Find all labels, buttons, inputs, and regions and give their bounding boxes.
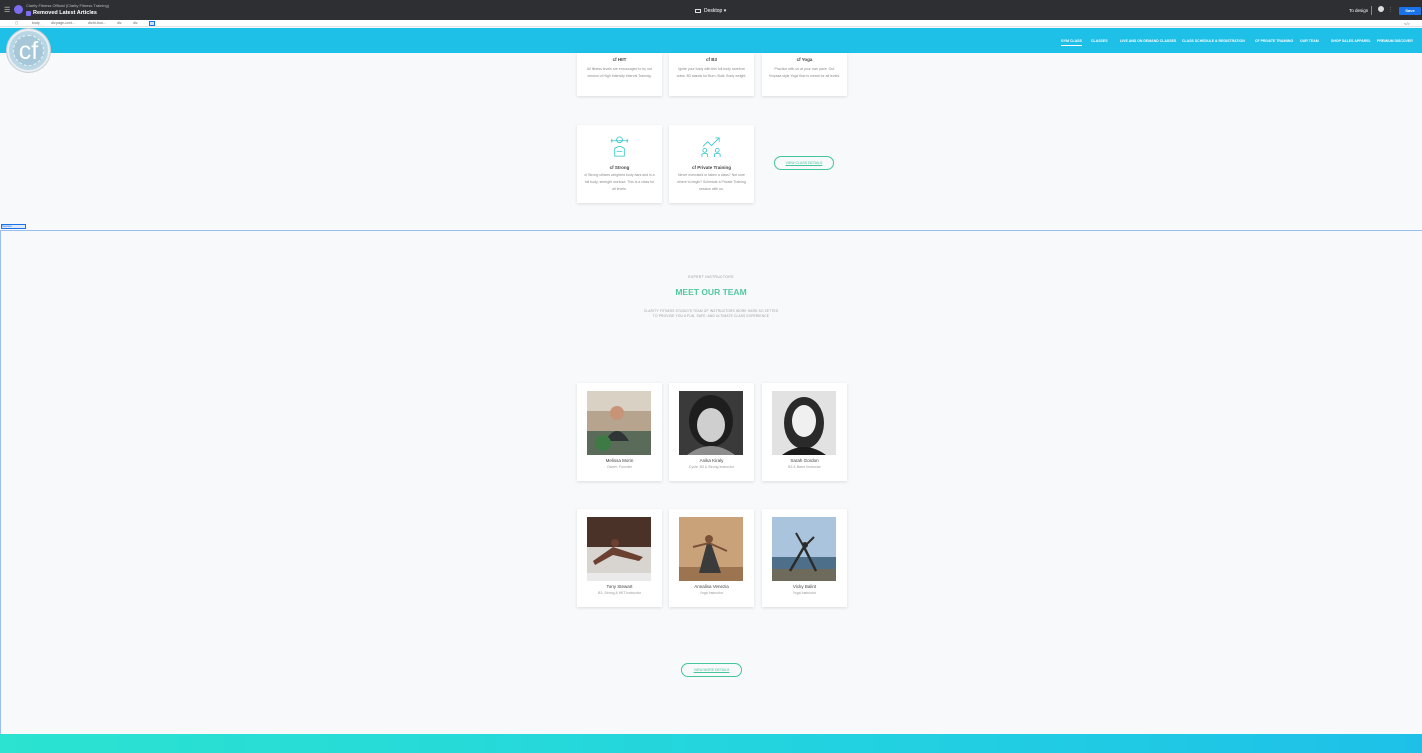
instructor-name: Tony Stewart <box>606 584 633 589</box>
class-description: Ignite your body with this full body bar… <box>676 67 747 78</box>
redesign-button[interactable]: To design <box>1349 8 1368 13</box>
class-card[interactable]: cf HIIT All fitness levels are encourage… <box>577 53 662 96</box>
team-eyebrow: EXPERT INSTRUCTORS <box>688 275 734 279</box>
class-card[interactable]: cf Strong cf Strong utilizes weighted bo… <box>577 125 662 203</box>
class-card[interactable]: cf Yoga Practice with us at your own pac… <box>762 53 847 96</box>
site-name[interactable]: Clarity Fitness Official (Clarity Fitnes… <box>26 3 109 8</box>
instructor-name: Sarah Gordon <box>790 458 819 463</box>
breadcrumb-item[interactable]: div <box>117 21 121 25</box>
class-title: cf Yoga <box>796 57 813 62</box>
instructor-name: Melissa Morin <box>605 458 634 463</box>
weightlifter-icon <box>610 136 629 157</box>
view-class-details-button[interactable]: VIEW CLASS DETAILS <box>774 156 834 170</box>
divider <box>1371 6 1372 15</box>
breadcrumb-item[interactable]: div.page-cont... <box>51 21 75 25</box>
section-selection-tag[interactable]: Section <box>1 224 26 229</box>
team-intro-line: TO PROVIDE YOU A FUN, SAFE, AND ULTIMATE… <box>652 314 770 318</box>
instructor-name: Anika Kiraly <box>699 458 724 463</box>
nav-item-schedule[interactable]: CLASS SCHEDULE & REGISTRATION <box>1182 39 1245 43</box>
nav-item-live-classes[interactable]: LIVE AND ON DEMAND CLASSES <box>1120 39 1176 43</box>
layers-icon[interactable]: ▢ <box>15 21 18 25</box>
nav-item-premium[interactable]: PREMIUM DISCOVER <box>1377 39 1413 43</box>
instructor-photo <box>772 517 836 581</box>
breadcrumb-item[interactable]: body <box>32 21 40 25</box>
save-button[interactable]: Save <box>1399 7 1421 15</box>
class-title: cf B3 <box>705 57 717 62</box>
editor-topbar: ☰ Clarity Fitness Official (Clarity Fitn… <box>0 0 1422 20</box>
class-description: Never exercised or taken a class? Not su… <box>677 173 746 191</box>
class-card[interactable]: cf B3 Ignite your body with this full bo… <box>669 53 754 96</box>
class-description: All fitness levels are encouraged to try… <box>586 67 653 78</box>
instructor-role: B3, Strong & HIIT Instructor <box>598 591 641 595</box>
instructor-photo <box>679 517 743 581</box>
nav-item-private-training[interactable]: CF PRIVATE TRAINING <box>1255 39 1293 43</box>
code-icon[interactable]: </> <box>1404 21 1410 26</box>
team-card[interactable]: Annalisa Venezia Yoga Instructor <box>669 509 754 607</box>
team-card[interactable]: Tony Stewart B3, Strong & HIIT Instructo… <box>577 509 662 607</box>
instructor-photo <box>679 391 743 455</box>
class-description: cf Strong utilizes weighted body bars an… <box>584 173 655 191</box>
class-description: Practice with us at your own pace. Our V… <box>768 67 841 78</box>
page-name[interactable]: Removed Latest Articles <box>33 10 97 16</box>
nav-item-classes[interactable]: CLASSES <box>1091 39 1108 43</box>
team-heading: MEET OUR TEAM <box>675 287 747 297</box>
breadcrumb-item[interactable]: div.bl-bou... <box>88 21 106 25</box>
instructor-name: Annalisa Venezia <box>694 584 729 589</box>
growth-chart-icon <box>701 137 721 158</box>
team-intro: CLARITY FITNESS STUDIO'S TEAM OF INSTRUC… <box>611 309 811 319</box>
team-card[interactable]: Anika Kiraly Cycle, B3 & Strong Instruct… <box>669 383 754 481</box>
site-logo[interactable]: cf <box>7 29 50 72</box>
team-card[interactable]: Melissa Morin Owner, Founder <box>577 383 662 481</box>
page-icon <box>26 11 31 16</box>
instructor-photo <box>587 391 651 455</box>
class-title: cf Strong <box>609 165 630 170</box>
nav-item-shop[interactable]: SHOP SALES APPAREL <box>1331 39 1371 43</box>
team-card[interactable]: Vicky Balint Yoga Instructor <box>762 509 847 607</box>
view-more-details-button[interactable]: VIEW MORE DETAILS <box>681 663 742 677</box>
device-label: Desktop <box>704 8 723 14</box>
site-navbar: GYM CLASS CLASSES LIVE AND ON DEMAND CLA… <box>0 28 1422 53</box>
instructor-photo <box>772 391 836 455</box>
instructor-role: Yoga Instructor <box>792 591 817 595</box>
class-title: cf HIIT <box>612 57 627 62</box>
class-title: cf Private Training <box>691 165 731 170</box>
more-options-icon[interactable]: ⋮ <box>1388 7 1393 13</box>
instructor-role: Owner, Founder <box>606 465 633 469</box>
instructor-name: Vicky Balint <box>792 584 817 589</box>
instructor-role: Cycle, B3 & Strong Instructor <box>688 465 735 469</box>
nav-item-our-team[interactable]: OUR TEAM <box>1300 39 1319 43</box>
class-card[interactable]: cf Private Training Never exercised or t… <box>669 125 754 203</box>
instructor-role: B3 & Barre Instructor <box>788 465 821 469</box>
logo-text: cf <box>13 35 44 66</box>
app-logo-icon[interactable] <box>14 5 23 14</box>
breadcrumb-selected[interactable] <box>149 21 155 26</box>
breadcrumb: ▢ body div.page-cont... div.bl-bou... di… <box>0 20 1422 27</box>
chevron-down-icon[interactable]: ▾ <box>91 10 94 16</box>
nav-item-gym-class[interactable]: GYM CLASS <box>1061 39 1082 46</box>
team-card[interactable]: Sarah Gordon B3 & Barre Instructor <box>762 383 847 481</box>
monitor-icon <box>695 8 701 13</box>
breadcrumb-item[interactable]: div <box>133 21 137 25</box>
footer-band <box>0 734 1422 753</box>
device-selector[interactable]: Desktop ▾ <box>695 8 726 14</box>
instructor-role: Yoga Instructor <box>699 591 724 595</box>
notification-icon[interactable] <box>1378 6 1384 12</box>
instructor-photo <box>587 517 651 581</box>
menu-icon[interactable]: ☰ <box>4 6 10 14</box>
